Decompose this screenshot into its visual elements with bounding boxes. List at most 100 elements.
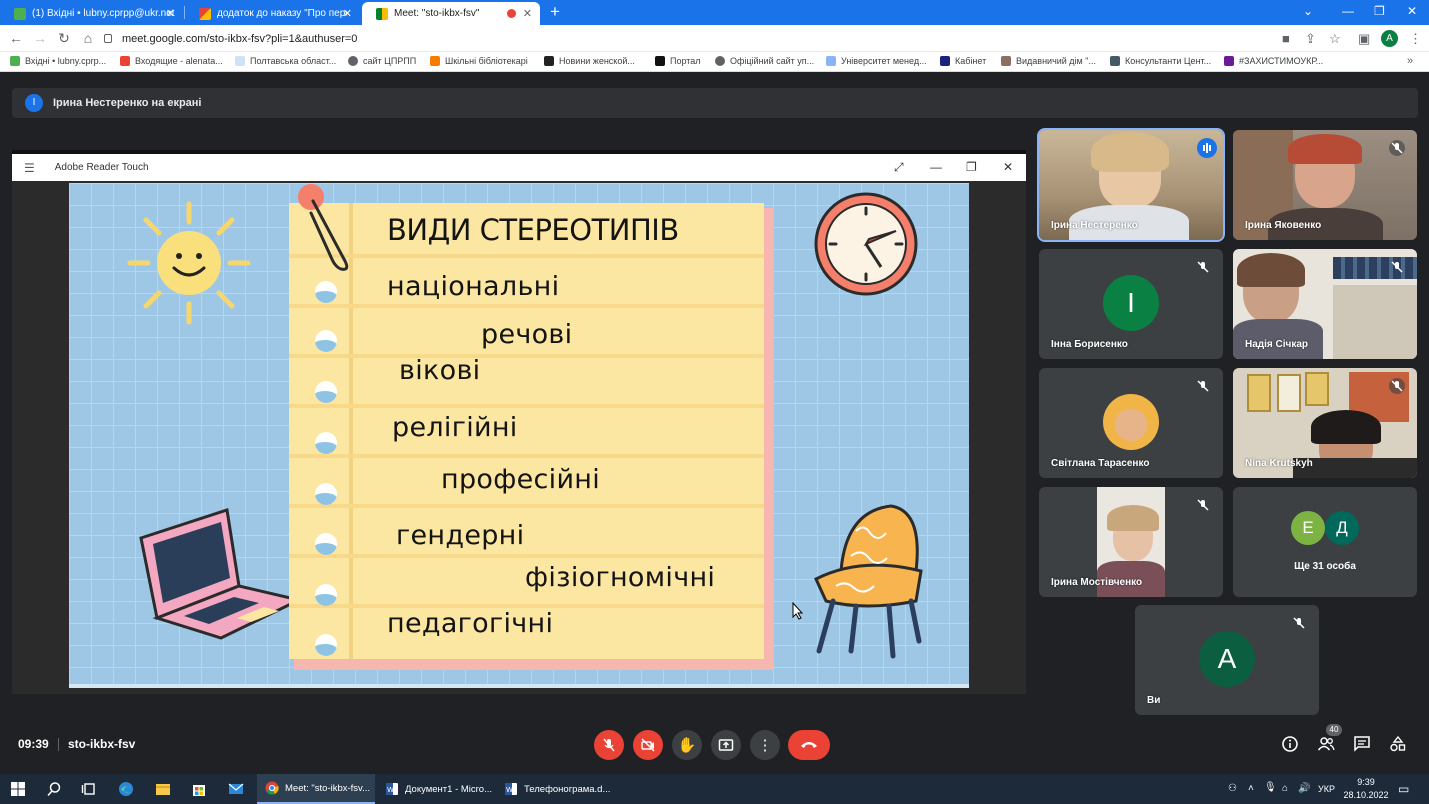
input-language[interactable]: УКР — [1318, 784, 1335, 794]
more-bookmarks-icon[interactable]: » — [1407, 55, 1413, 67]
volume-icon[interactable]: 🔊 — [1298, 783, 1310, 794]
side-panel-icon[interactable]: ▣ — [1358, 31, 1370, 47]
bookmark-item[interactable]: Кабінет — [940, 56, 986, 66]
bookmark-item[interactable]: Новини женской... — [544, 56, 635, 66]
meeting-clock: 09:39 — [18, 737, 49, 751]
reload-icon[interactable]: ↻ — [56, 30, 72, 46]
gmail-icon — [120, 56, 130, 66]
tab-search-icon[interactable]: ⌄ — [1303, 4, 1313, 18]
file-explorer-icon[interactable] — [155, 781, 171, 797]
close-icon[interactable]: ✕ — [166, 7, 175, 20]
avatar: Д — [1325, 511, 1359, 545]
chevron-up-icon[interactable]: ˄ — [1248, 783, 1254, 794]
participant-tile[interactable]: Світлана Тарасенко — [1039, 368, 1223, 478]
cloud-icon — [235, 56, 245, 66]
network-icon[interactable]: ⌂ — [1282, 783, 1288, 794]
participant-name: Надія Січкар — [1245, 339, 1309, 350]
taskbar-app-word[interactable]: W Документ1 - Micro... — [377, 774, 494, 804]
participant-tile[interactable]: І Інна Борисенко — [1039, 249, 1223, 359]
bookmark-item[interactable]: #ЗАХИСТИМОУКР... — [1224, 56, 1323, 66]
leave-call-button[interactable] — [788, 730, 830, 760]
menu-dots-icon[interactable]: ⋮ — [1409, 31, 1422, 47]
close-icon[interactable]: ✕ — [343, 7, 352, 20]
search-icon[interactable] — [46, 781, 62, 797]
close-icon[interactable]: ✕ — [523, 7, 532, 20]
mail-icon — [14, 7, 26, 20]
bookmark-star-icon[interactable]: ☆ — [1329, 31, 1341, 47]
participant-tile[interactable]: Ірина Нестеренко — [1039, 130, 1223, 240]
present-screen-button[interactable] — [711, 730, 741, 760]
address-bar[interactable]: meet.google.com/sto-ikbx-fsv?pli=1&authu… — [104, 28, 1344, 49]
meeting-code: sto-ikbx-fsv — [68, 737, 136, 751]
laptop-illustration — [139, 508, 304, 640]
chrome-icon — [265, 781, 279, 795]
bookmark-item[interactable]: Консультанти Цент... — [1110, 56, 1211, 66]
taskbar-date[interactable]: 28.10.2022 — [1342, 790, 1390, 800]
notepad-line — [289, 454, 764, 458]
people-tray-icon[interactable]: ⚇ — [1228, 783, 1237, 794]
info-icon[interactable] — [1281, 735, 1299, 753]
mic-off-icon — [1197, 261, 1209, 273]
mic-off-icon — [603, 738, 615, 752]
participant-tile[interactable]: Ірина Мостівченко — [1039, 487, 1223, 597]
bookmarks-bar: Вхідні • lubny.cprp... Входящие - alenat… — [0, 52, 1429, 72]
participant-name: Ірина Нестеренко — [1051, 220, 1138, 231]
url-text: meet.google.com/sto-ikbx-fsv?pli=1&authu… — [122, 32, 358, 45]
chat-icon[interactable] — [1353, 735, 1371, 753]
bookmark-item[interactable]: Входящие - alenata... — [120, 56, 223, 66]
share-icon[interactable]: ⇪ — [1305, 31, 1316, 47]
profile-avatar[interactable]: A — [1381, 30, 1398, 47]
notepad-line — [289, 254, 764, 258]
camera-toggle-button[interactable] — [633, 730, 663, 760]
tab-gmail[interactable]: (1) Вхідні • lubny.cprpp@ukr.net ✕ — [0, 2, 183, 25]
bookmark-item[interactable]: Полтавська област... — [235, 56, 336, 66]
notepad: ВИДИ СТЕРЕОТИПІВ національні речові віко… — [289, 203, 764, 659]
bookmark-item[interactable]: сайт ЦПРПП — [348, 56, 416, 66]
participant-tile[interactable]: Nina Krutskyh — [1233, 368, 1417, 478]
link-icon — [826, 56, 836, 66]
bookmark-item[interactable]: Портал — [655, 56, 701, 66]
new-tab-button[interactable]: + — [550, 2, 560, 22]
home-icon[interactable]: ⌂ — [80, 30, 96, 46]
taskbar-app-word-2[interactable]: W Телефонограма.d... — [496, 774, 613, 804]
chair-illustration — [814, 504, 923, 659]
activities-icon[interactable] — [1389, 735, 1407, 753]
participant-tile[interactable]: Ірина Яковенко — [1233, 130, 1417, 240]
bookmark-item[interactable]: Університет менед... — [826, 56, 927, 66]
store-icon[interactable] — [191, 781, 207, 797]
people-icon[interactable] — [1317, 735, 1335, 753]
task-view-icon[interactable] — [81, 781, 97, 797]
tab-meet[interactable]: Meet: "sto-ikbx-fsv" ✕ — [362, 2, 540, 25]
forward-icon[interactable]: → — [32, 30, 48, 46]
people-count-badge: 40 — [1326, 724, 1342, 736]
tab-title: Meet: "sto-ikbx-fsv" — [394, 8, 480, 19]
back-icon[interactable]: ← — [8, 30, 24, 46]
windows-start-icon[interactable] — [10, 781, 26, 797]
more-options-button[interactable]: ⋮ — [750, 730, 780, 760]
microphone-tray-icon[interactable]: 🎙 — [1264, 782, 1277, 793]
bookmark-item[interactable]: Шкільні бібліотекарі — [430, 56, 528, 66]
camera-icon[interactable]: ■ — [1282, 31, 1290, 46]
camera-off-icon — [641, 738, 655, 752]
raise-hand-button[interactable]: ✋ — [672, 730, 702, 760]
participant-tile[interactable]: Надія Січкар — [1233, 249, 1417, 359]
restore-icon[interactable]: ❐ — [1374, 4, 1385, 18]
mail-icon[interactable] — [228, 781, 244, 797]
taskbar-app-chrome[interactable]: Meet: "sto-ikbx-fsv... — [257, 774, 375, 804]
self-tile[interactable]: A Ви — [1135, 605, 1319, 715]
recording-dot-icon — [507, 9, 516, 18]
bookmark-item[interactable]: Офіційний сайт уп... — [715, 56, 814, 66]
bookmark-item[interactable]: Видавничий дім "... — [1001, 56, 1096, 66]
microphone-toggle-button[interactable] — [594, 730, 624, 760]
others-tile[interactable]: Е Д Ще 31 особа — [1233, 487, 1417, 597]
notepad-line — [289, 504, 764, 508]
tab-document[interactable]: додаток до наказу "Про переро ✕ — [185, 2, 360, 25]
bookmark-item[interactable]: Вхідні • lubny.cprp... — [10, 56, 106, 66]
minimize-icon[interactable]: — — [1342, 4, 1354, 18]
taskbar-time[interactable]: 9:39 — [1346, 777, 1386, 787]
mail-icon — [10, 56, 20, 66]
edge-icon[interactable] — [118, 781, 134, 797]
notification-icon[interactable]: ▭ — [1398, 782, 1409, 796]
close-window-icon[interactable]: ✕ — [1407, 4, 1417, 18]
browser-toolbar: ← → ↻ ⌂ meet.google.com/sto-ikbx-fsv?pli… — [0, 25, 1429, 52]
